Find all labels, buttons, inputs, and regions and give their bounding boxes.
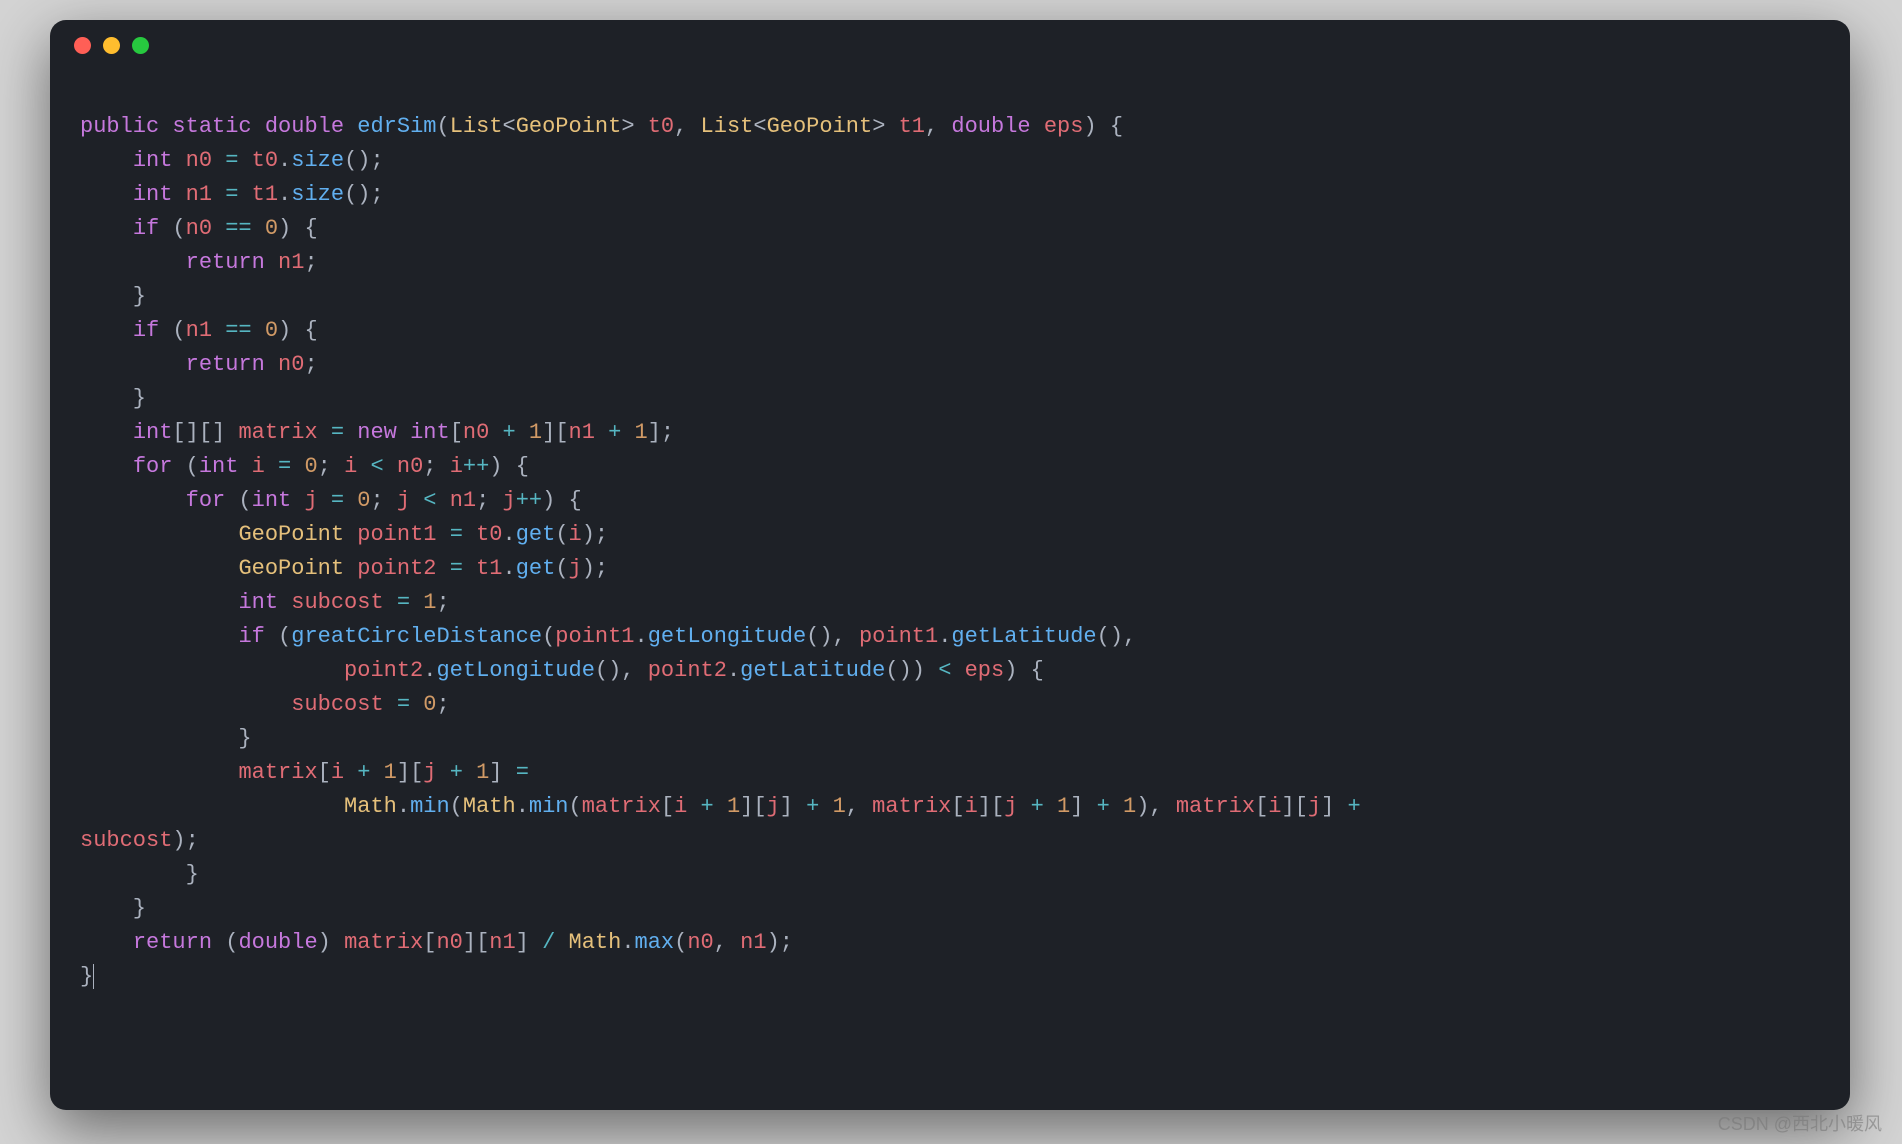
- close-icon[interactable]: [74, 37, 91, 54]
- zoom-icon[interactable]: [132, 37, 149, 54]
- code-window: public static double edrSim(List<GeoPoin…: [50, 20, 1850, 1110]
- window-titlebar: [50, 20, 1850, 70]
- watermark-text: CSDN @西北小暖风: [1718, 1110, 1882, 1136]
- code-block: public static double edrSim(List<GeoPoin…: [50, 70, 1850, 1024]
- minimize-icon[interactable]: [103, 37, 120, 54]
